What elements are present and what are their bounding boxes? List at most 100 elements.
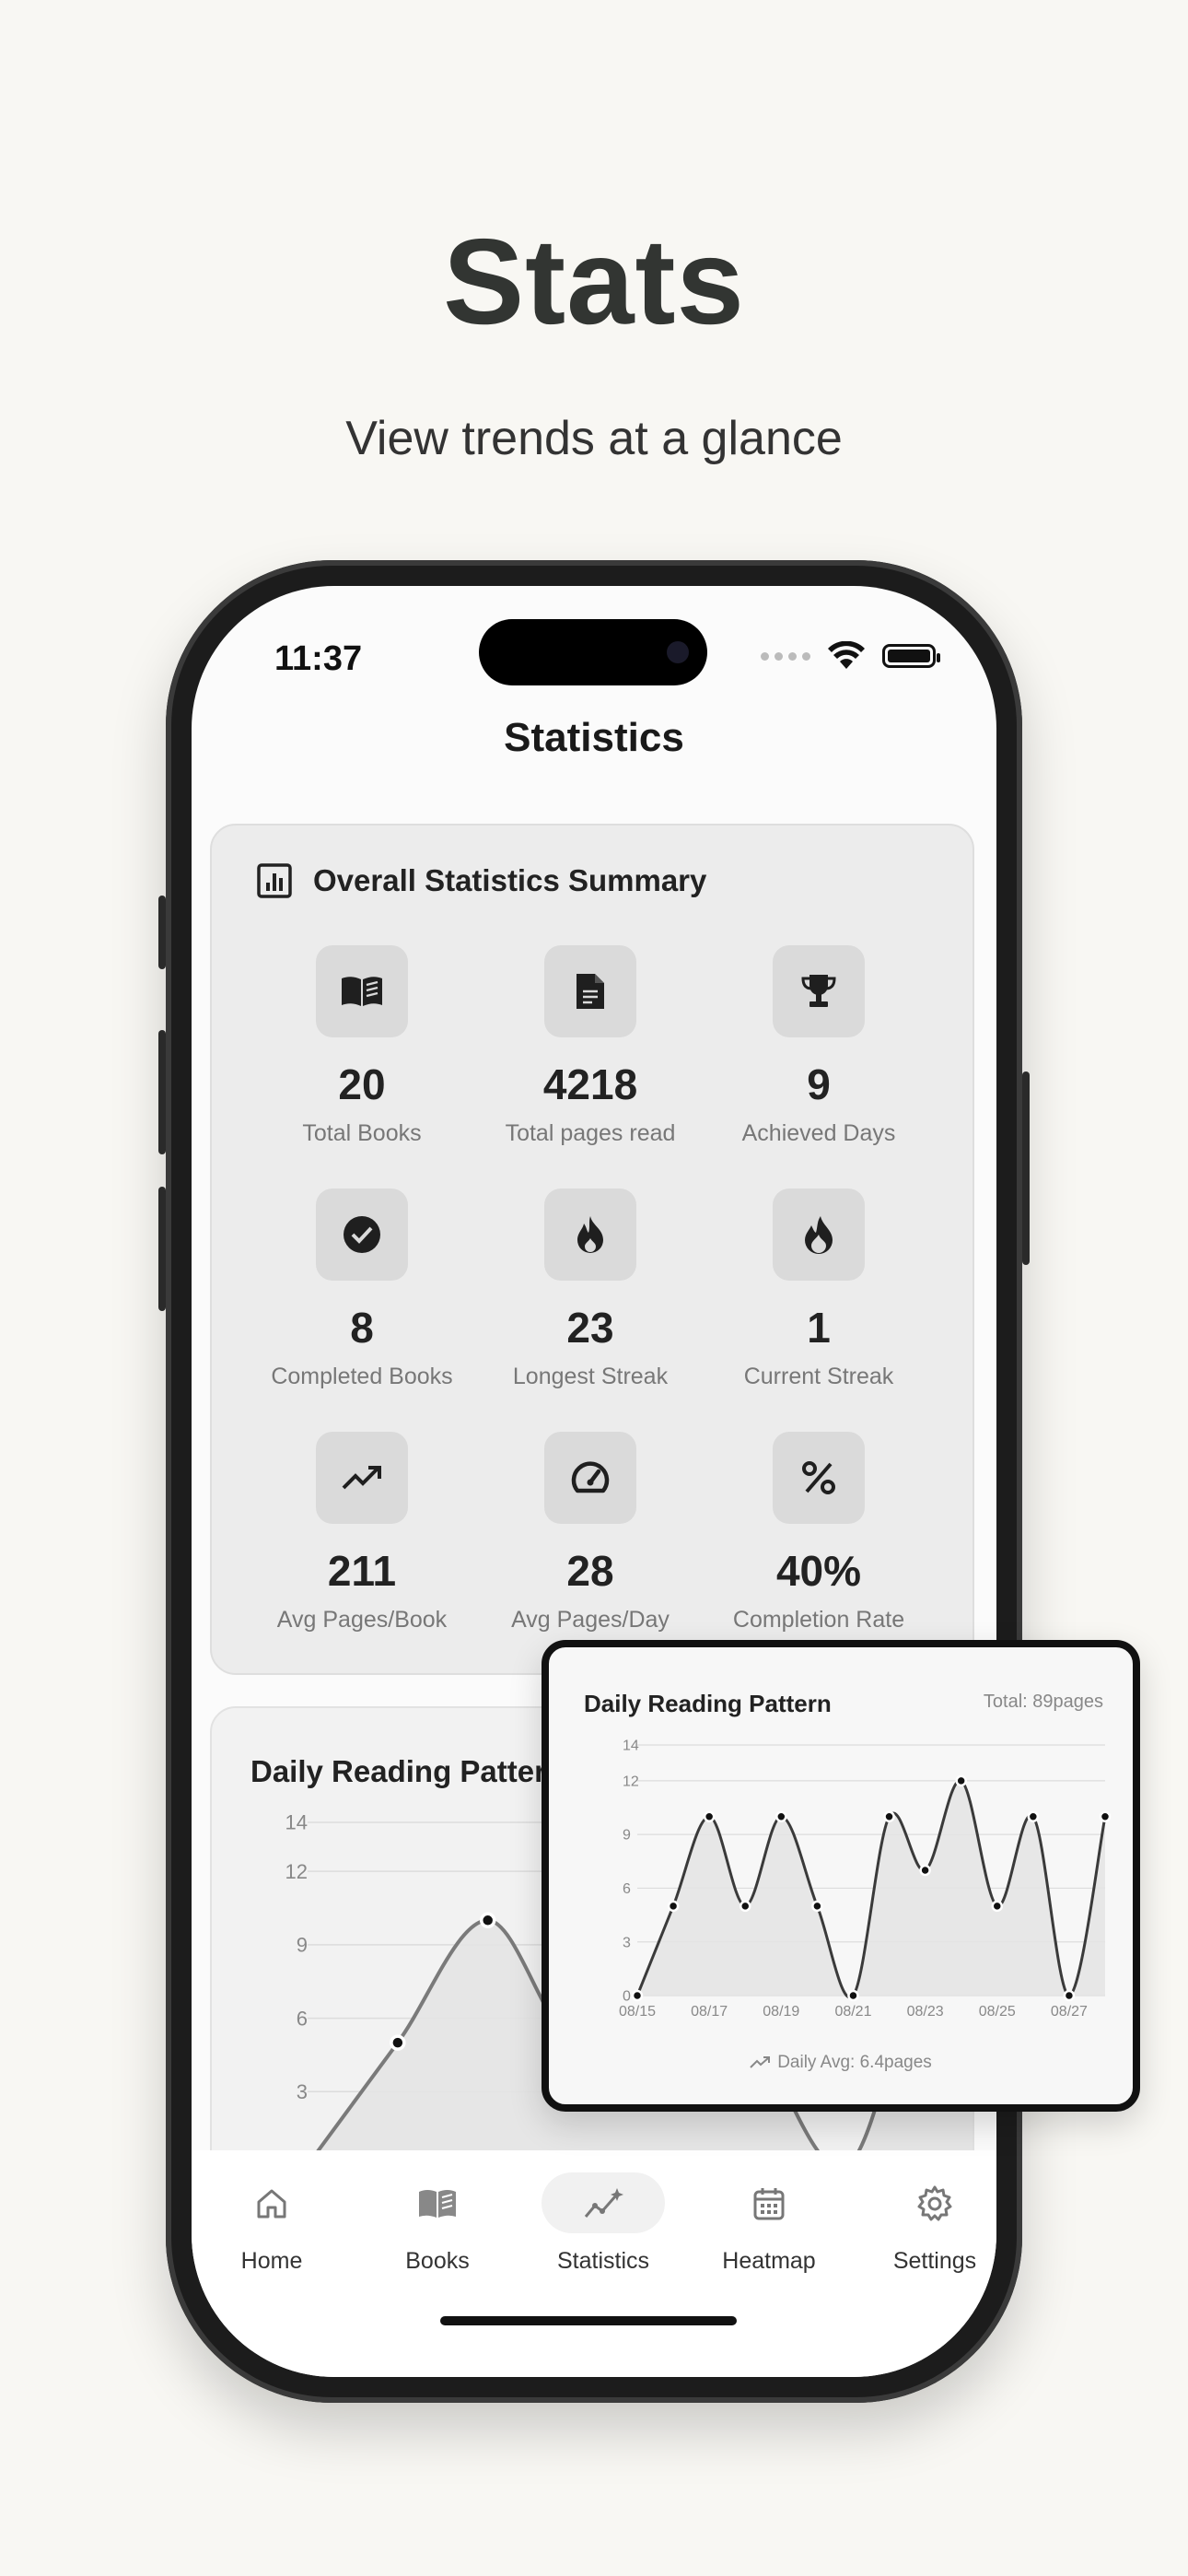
trending-up-icon: [750, 2056, 771, 2068]
plot-area: 0 3 6 9 12 14 08/15 08/17 08/19 08/21 08/23 08/25 08…: [619, 1739, 1112, 2020]
page-title: Statistics: [504, 715, 684, 760]
stat-completed-books: 8 Completed Books: [242, 1188, 482, 1388]
status-time: 11:37: [274, 639, 363, 678]
x-tick-label: 08/23: [907, 2004, 944, 2020]
stat-value: 28: [566, 1547, 614, 1595]
x-tick-label: 08/17: [691, 2004, 728, 2020]
y-tick-label: 12: [285, 1860, 308, 1883]
y-tick-label: 3: [623, 1935, 631, 1950]
percent-icon: [773, 1432, 865, 1524]
trending-up-icon: [316, 1432, 408, 1524]
y-tick-label: 14: [623, 1739, 639, 1754]
calendar-icon: [691, 2178, 847, 2230]
data-point: [919, 1864, 931, 1877]
status-icons: [761, 641, 940, 671]
fire-icon: [544, 1188, 636, 1281]
stat-label: Longest Streak: [512, 1364, 669, 1389]
volume-up-button: [158, 1030, 166, 1154]
stat-value: 211: [327, 1547, 397, 1595]
data-point: [390, 2034, 406, 2051]
book-icon: [359, 2178, 516, 2230]
power-button: [1022, 1071, 1030, 1265]
battery-icon: [882, 644, 940, 668]
tab-heatmap[interactable]: Heatmap: [691, 2178, 847, 2275]
tab-home[interactable]: Home: [193, 2178, 350, 2275]
tab-statistics[interactable]: Statistics: [525, 2172, 681, 2275]
daily-avg-text: Daily Avg: 6.4pages: [777, 2053, 932, 2072]
data-point: [775, 1810, 787, 1822]
bar-chart-icon: [257, 863, 292, 898]
stat-value: 23: [566, 1304, 614, 1352]
y-tick-label: 12: [623, 1774, 639, 1789]
stat-label: Avg Pages/Book: [276, 1607, 448, 1633]
open-book-icon: [316, 945, 408, 1037]
tab-settings[interactable]: Settings: [856, 2178, 996, 2275]
stat-label: Completion Rate: [732, 1607, 905, 1633]
sparkline-icon: [525, 2178, 681, 2230]
phone-frame: 11:37 Statistics Overall Statistics Summ…: [158, 560, 1030, 2403]
stat-label: Completed Books: [271, 1364, 453, 1389]
daily-avg: Daily Avg: 6.4pages: [549, 2053, 1133, 2073]
home-indicator: [440, 2316, 737, 2325]
trophy-icon: [773, 945, 865, 1037]
tab-label: Books: [405, 2248, 470, 2274]
stat-label: Current Streak: [743, 1364, 894, 1389]
flame-icon: [773, 1188, 865, 1281]
tab-bar: Home Books Statistics Heatmap Settings: [192, 2150, 996, 2377]
speedometer-icon: [544, 1432, 636, 1524]
stat-value: 1: [807, 1304, 831, 1352]
data-point: [703, 1810, 716, 1822]
hero-subtitle: View trends at a glance: [345, 412, 843, 465]
hero-title: Stats: [443, 214, 745, 349]
stat-longest-streak: 23 Longest Streak: [471, 1188, 710, 1388]
y-tick-label: 9: [623, 1828, 631, 1844]
x-tick-label: 08/25: [979, 2004, 1016, 2020]
stat-avg-pages-day: 28 Avg Pages/Day: [471, 1432, 710, 1632]
stat-total-pages-read: 4218 Total pages read: [471, 945, 710, 1145]
x-tick-label: 08/15: [619, 2004, 656, 2020]
check-circle-icon: [316, 1188, 408, 1281]
x-tick-label: 08/27: [1051, 2004, 1088, 2020]
stat-label: Achieved Days: [741, 1120, 896, 1146]
data-point: [1099, 1810, 1112, 1822]
summary-card: Overall Statistics Summary 20 Total Books…: [210, 824, 974, 1675]
data-point: [883, 1810, 895, 1822]
stat-achieved-days: 9 Achieved Days: [699, 945, 938, 1145]
zoom-daily-pattern-chart: 0 3 6 9 12 14 08/15 08/17 08/19 08/21 08/23 08/25 08…: [619, 1739, 1112, 2020]
zoom-chart-card: Daily Reading Pattern Total: 89pages 036…: [542, 1640, 1140, 2112]
dynamic-island: [479, 619, 707, 685]
stat-value: 9: [807, 1060, 831, 1108]
y-tick-label: 3: [297, 2080, 308, 2103]
y-tick-label: 6: [297, 2007, 308, 2030]
y-tick-label: 14: [285, 1811, 308, 1834]
data-point: [739, 1900, 751, 1913]
data-point: [847, 1989, 859, 2002]
tab-label: Heatmap: [722, 2248, 816, 2274]
action-button: [158, 896, 166, 969]
data-point: [1063, 1989, 1076, 2002]
gear-icon: [856, 2178, 996, 2230]
y-tick-label: 9: [297, 1934, 308, 1957]
stat-avg-pages-book: 211 Avg Pages/Book: [242, 1432, 482, 1632]
stat-value: 40%: [775, 1547, 862, 1595]
data-point: [667, 1900, 680, 1913]
summary-title: Overall Statistics Summary: [313, 863, 707, 897]
data-point: [811, 1900, 823, 1913]
stat-total-books: 20 Total Books: [242, 945, 482, 1145]
stat-label: Total pages read: [505, 1120, 676, 1146]
x-tick-label: 08/21: [834, 2004, 871, 2020]
data-point: [991, 1900, 1004, 1913]
stat-current-streak: 1 Current Streak: [699, 1188, 938, 1388]
data-point: [955, 1774, 967, 1787]
tab-books[interactable]: Books: [359, 2178, 516, 2275]
signal-icon: [761, 651, 810, 661]
stat-value: 8: [350, 1304, 374, 1352]
tab-label: Settings: [892, 2248, 977, 2274]
data-point: [631, 1989, 644, 2002]
tab-label: Home: [240, 2248, 303, 2274]
stat-value: 20: [338, 1060, 386, 1108]
volume-down-button: [158, 1187, 166, 1311]
wifi-icon: [828, 641, 865, 669]
x-tick-label: 08/19: [763, 2004, 799, 2020]
stat-label: Avg Pages/Day: [511, 1607, 670, 1633]
